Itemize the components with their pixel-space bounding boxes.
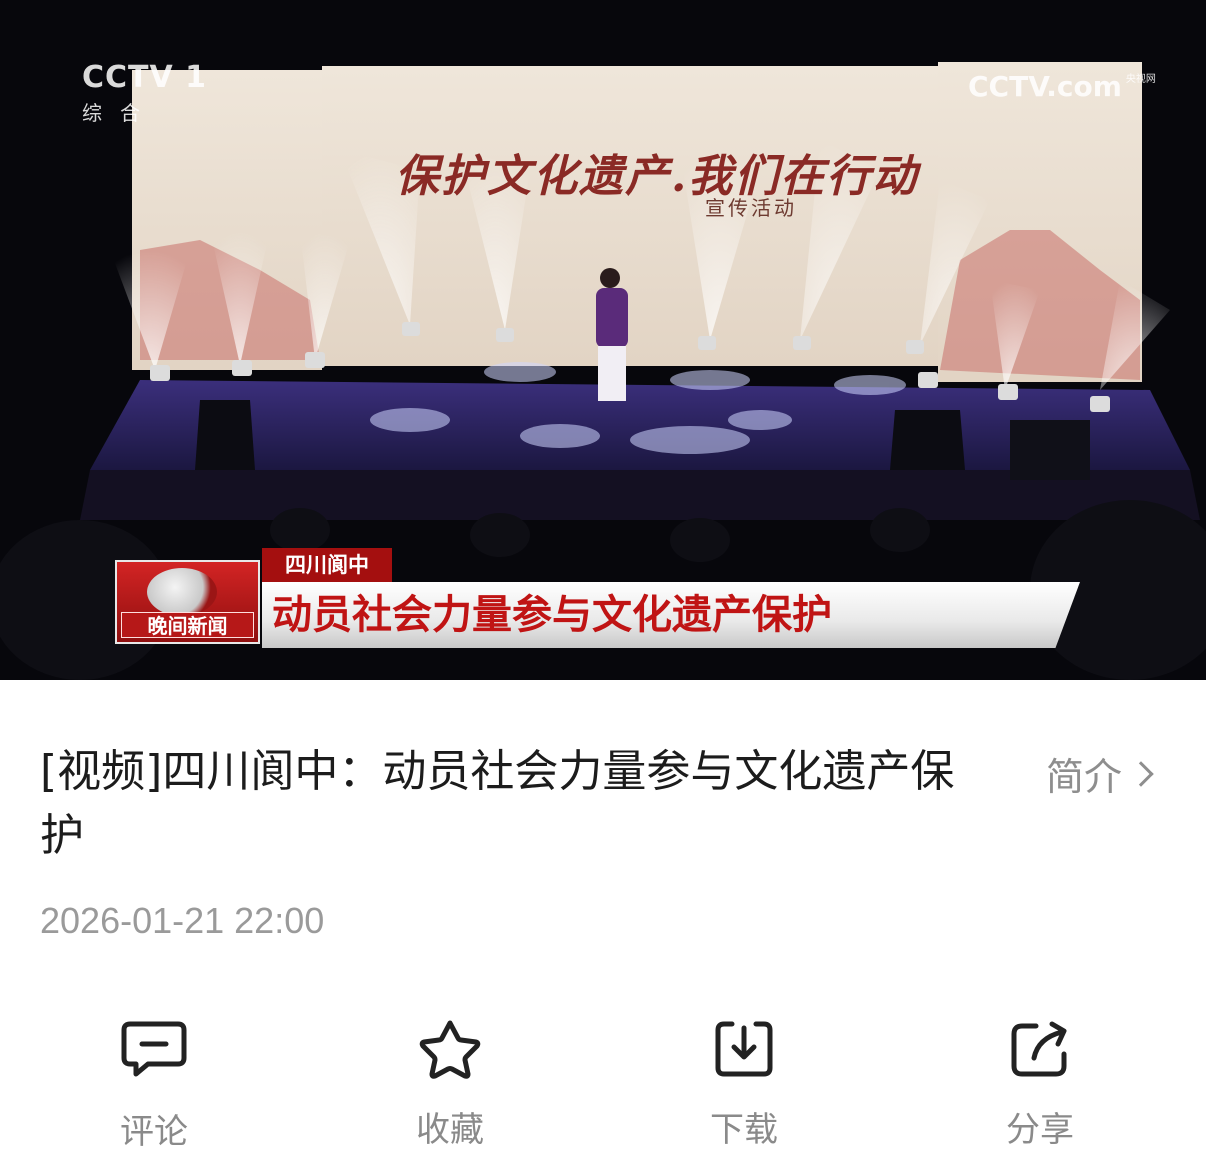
- collect-label: 收藏: [416, 1110, 484, 1150]
- chevron-right-icon: [1128, 760, 1154, 787]
- comment-icon: [121, 1021, 187, 1077]
- comment-label: 评论: [120, 1112, 188, 1152]
- program-name: 晚间新闻: [121, 612, 254, 638]
- comment-button[interactable]: 评论: [74, 1010, 234, 1160]
- action-bar: 评论 收藏 下载 分享: [0, 1010, 1206, 1160]
- video-title: [视频]四川阆中：动员社会力量参与文化遗产保护: [40, 746, 955, 861]
- share-icon: [1011, 1021, 1067, 1077]
- site-logo-small: 央视网: [1125, 74, 1156, 85]
- intro-link-label: 简介: [1046, 755, 1123, 799]
- site-logo: CCTV.com 央视网: [968, 70, 1156, 103]
- banner-location: 四川阆中: [262, 548, 392, 582]
- share-label: 分享: [1006, 1110, 1074, 1150]
- site-logo-text: CCTV.com: [968, 70, 1122, 103]
- publish-date: 2026-01-21 22:00: [40, 900, 325, 941]
- stage-subtitle: 宣传活动: [705, 196, 797, 220]
- download-label: 下载: [710, 1110, 778, 1150]
- channel-sub-text: 综合: [82, 101, 158, 125]
- channel-logo: CCTV 1 综合: [82, 60, 207, 126]
- collect-button[interactable]: 收藏: [370, 1010, 530, 1160]
- intro-link[interactable]: 简介: [1046, 746, 1154, 801]
- star-icon: [419, 1020, 481, 1079]
- share-button[interactable]: 分享: [960, 1010, 1120, 1160]
- channel-logo-text: CCTV 1: [82, 60, 208, 95]
- stage-title: 保护文化遗产.我们在行动: [395, 151, 919, 202]
- globe-icon: [147, 568, 217, 616]
- program-badge: 晚间新闻: [115, 560, 260, 644]
- video-player[interactable]: CCTV 1 综合 CCTV.com 央视网 保护文化遗产.我们在行动 宣传活动 …: [0, 0, 1206, 680]
- download-icon: [715, 1021, 773, 1077]
- banner-headline: 动员社会力量参与文化遗产保护: [262, 582, 1080, 648]
- download-button[interactable]: 下载: [664, 1010, 824, 1160]
